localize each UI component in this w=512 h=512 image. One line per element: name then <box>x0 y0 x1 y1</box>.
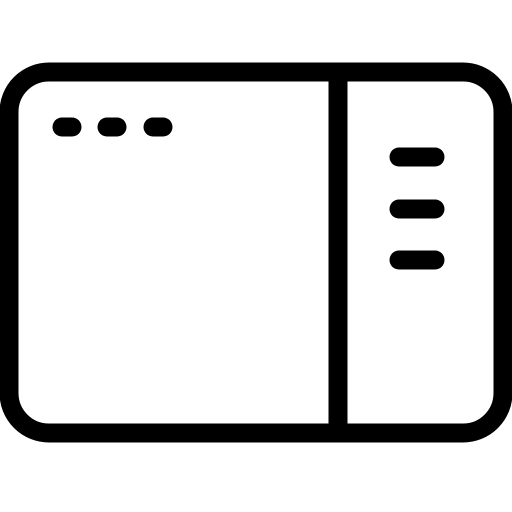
window-with-sidebar-icon <box>0 62 512 443</box>
icon-canvas <box>0 0 512 512</box>
